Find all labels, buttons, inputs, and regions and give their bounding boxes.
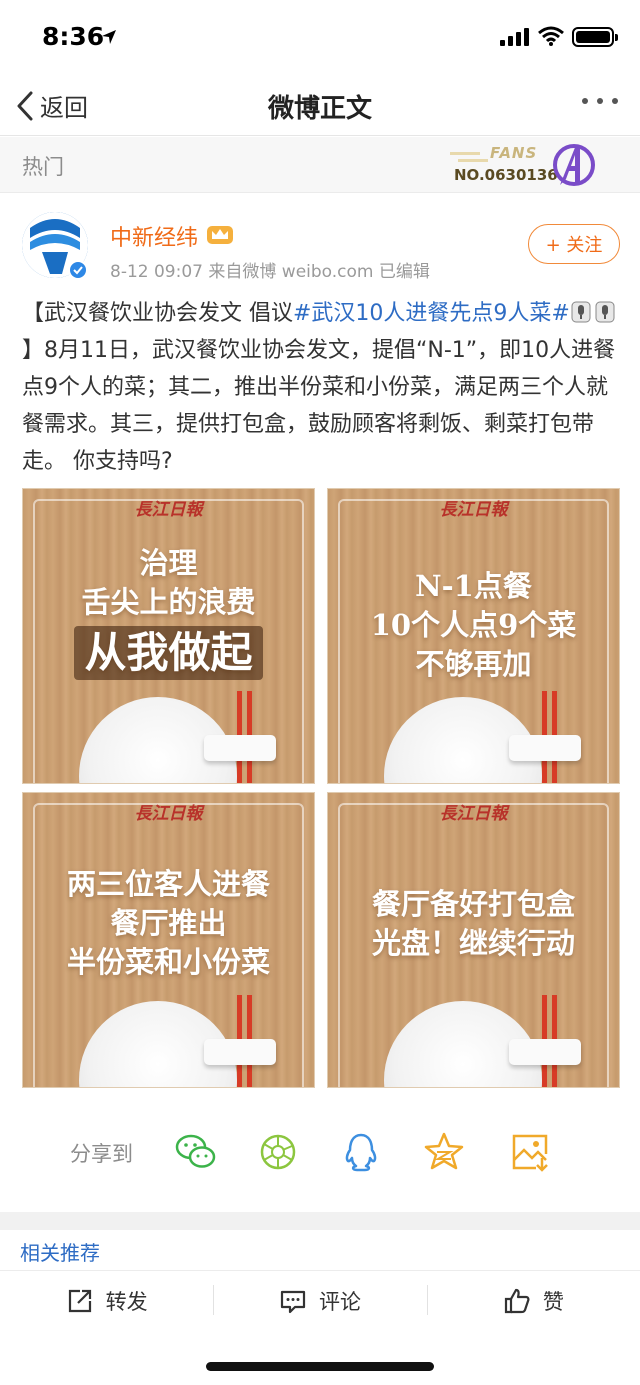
comment-button[interactable]: 评论: [213, 1271, 426, 1330]
post-prefix: 【武汉餐饮业协会发文 倡议: [22, 301, 293, 326]
chopstick-rest: [204, 735, 276, 761]
moments-icon[interactable]: [256, 1130, 300, 1174]
status-bar: 8:36: [0, 0, 640, 76]
post-image-4[interactable]: 長江日報 餐厅备好打包盒 光盘！继续行动: [327, 792, 620, 1088]
home-indicator[interactable]: [206, 1362, 434, 1371]
chopstick-rest: [204, 1039, 276, 1065]
repost-label: 转发: [105, 1289, 148, 1314]
post-text: 【武汉餐饮业协会发文 倡议#武汉10人进餐先点9人菜# 】8月11日，武汉餐饮业协…: [22, 295, 618, 480]
location-arrow-icon: [102, 30, 116, 44]
fans-badge[interactable]: FANS NO.0630136: [450, 139, 600, 191]
page-title: 微博正文: [267, 94, 372, 124]
comment-label: 评论: [318, 1289, 361, 1314]
caption-line: 光盘！继续行动: [371, 926, 575, 960]
newspaper-logo: 長江日報: [134, 500, 203, 520]
nav-bar: 返回 微博正文: [0, 76, 640, 136]
qq-icon[interactable]: [339, 1130, 383, 1174]
like-button[interactable]: 赞: [426, 1271, 640, 1330]
verified-badge-icon: [68, 260, 88, 280]
image-caption: 餐厅备好打包盒 光盘！继续行动: [328, 885, 619, 963]
hot-label: 热门: [22, 155, 64, 179]
image-caption: N-1点餐 10个人点9个菜 不够再加: [328, 567, 619, 684]
caption-line: 餐厅备好打包盒: [371, 887, 575, 921]
post-body: 】8月11日，武汉餐饮业协会发文，提倡“N-1”，即10人进餐点9个人的菜；其二…: [22, 338, 616, 474]
follow-button[interactable]: + 关注: [528, 224, 620, 264]
post-image-2[interactable]: 長江日報 N-1点餐 10个人点9个菜 不够再加: [327, 488, 620, 784]
repost-button[interactable]: 转发: [0, 1271, 213, 1330]
image-caption: 两三位客人进餐 餐厅推出 半份菜和小份菜: [23, 865, 314, 982]
caption-line: 治理: [139, 546, 198, 580]
author-name[interactable]: 中新经纬: [110, 220, 198, 252]
hot-bar: 热门 FANS NO.0630136: [0, 137, 640, 193]
post-image-1[interactable]: 長江日報 治理 舌尖上的浪费 从我做起: [22, 488, 315, 784]
fans-badge-number: NO.0630136: [454, 166, 558, 184]
caption-line: 餐厅推出: [110, 906, 227, 940]
caption-highlight: 从我做起: [74, 626, 263, 680]
newspaper-logo: 長江日報: [439, 500, 508, 520]
battery-icon: [572, 27, 618, 47]
topic-link[interactable]: #武汉10人进餐先点9人菜#: [293, 301, 570, 326]
section-divider: [0, 1212, 640, 1230]
related-recommendations-link[interactable]: 相关推荐: [20, 1237, 100, 1266]
status-time: 8:36: [42, 22, 105, 51]
image-grid: 長江日報 治理 舌尖上的浪费 从我做起 長江日報 N-1点餐 10个人点9个菜 …: [22, 488, 620, 1088]
caption-line: 半份菜和小份菜: [66, 945, 270, 979]
image-caption: 治理 舌尖上的浪费 从我做起: [23, 544, 314, 680]
save-image-icon[interactable]: [508, 1130, 552, 1174]
caption-line: N-1点餐: [415, 569, 532, 603]
wifi-icon: [538, 26, 564, 46]
author-row: 中新经纬 8-12 09:07 来自微博 weibo.com 已编辑 + 关注: [22, 210, 622, 285]
microphone-icon: [595, 301, 615, 323]
caption-line: 不够再加: [415, 647, 532, 681]
cellular-signal-icon: [500, 28, 529, 46]
more-options-button[interactable]: [582, 98, 618, 104]
caption-line: 10个人点9个菜: [370, 608, 577, 642]
chopstick-rest: [509, 735, 581, 761]
thumbs-up-icon: [504, 1288, 530, 1313]
caption-line: 两三位客人进餐: [66, 867, 270, 901]
bottom-action-bar: 转发 评论 赞: [0, 1270, 640, 1330]
vip-crown-icon: [207, 226, 233, 244]
comment-icon: [280, 1290, 306, 1313]
newspaper-logo: 長江日報: [439, 804, 508, 824]
post-meta: 8-12 09:07 来自微博 weibo.com 已编辑: [110, 262, 430, 282]
like-label: 赞: [542, 1289, 564, 1314]
share-row: 分享到: [0, 1128, 640, 1178]
newspaper-logo: 長江日報: [134, 804, 203, 824]
wechat-icon[interactable]: [174, 1130, 218, 1174]
post-image-3[interactable]: 長江日報 两三位客人进餐 餐厅推出 半份菜和小份菜: [22, 792, 315, 1088]
caption-line: 舌尖上的浪费: [81, 585, 256, 619]
fans-badge-title: FANS: [490, 144, 538, 162]
chopstick-rest: [509, 1039, 581, 1065]
avengers-logo-icon: [553, 144, 595, 186]
repost-icon: [68, 1289, 91, 1312]
microphone-icon: [571, 301, 591, 323]
share-label: 分享到: [70, 1142, 133, 1166]
qzone-icon[interactable]: [422, 1130, 466, 1174]
